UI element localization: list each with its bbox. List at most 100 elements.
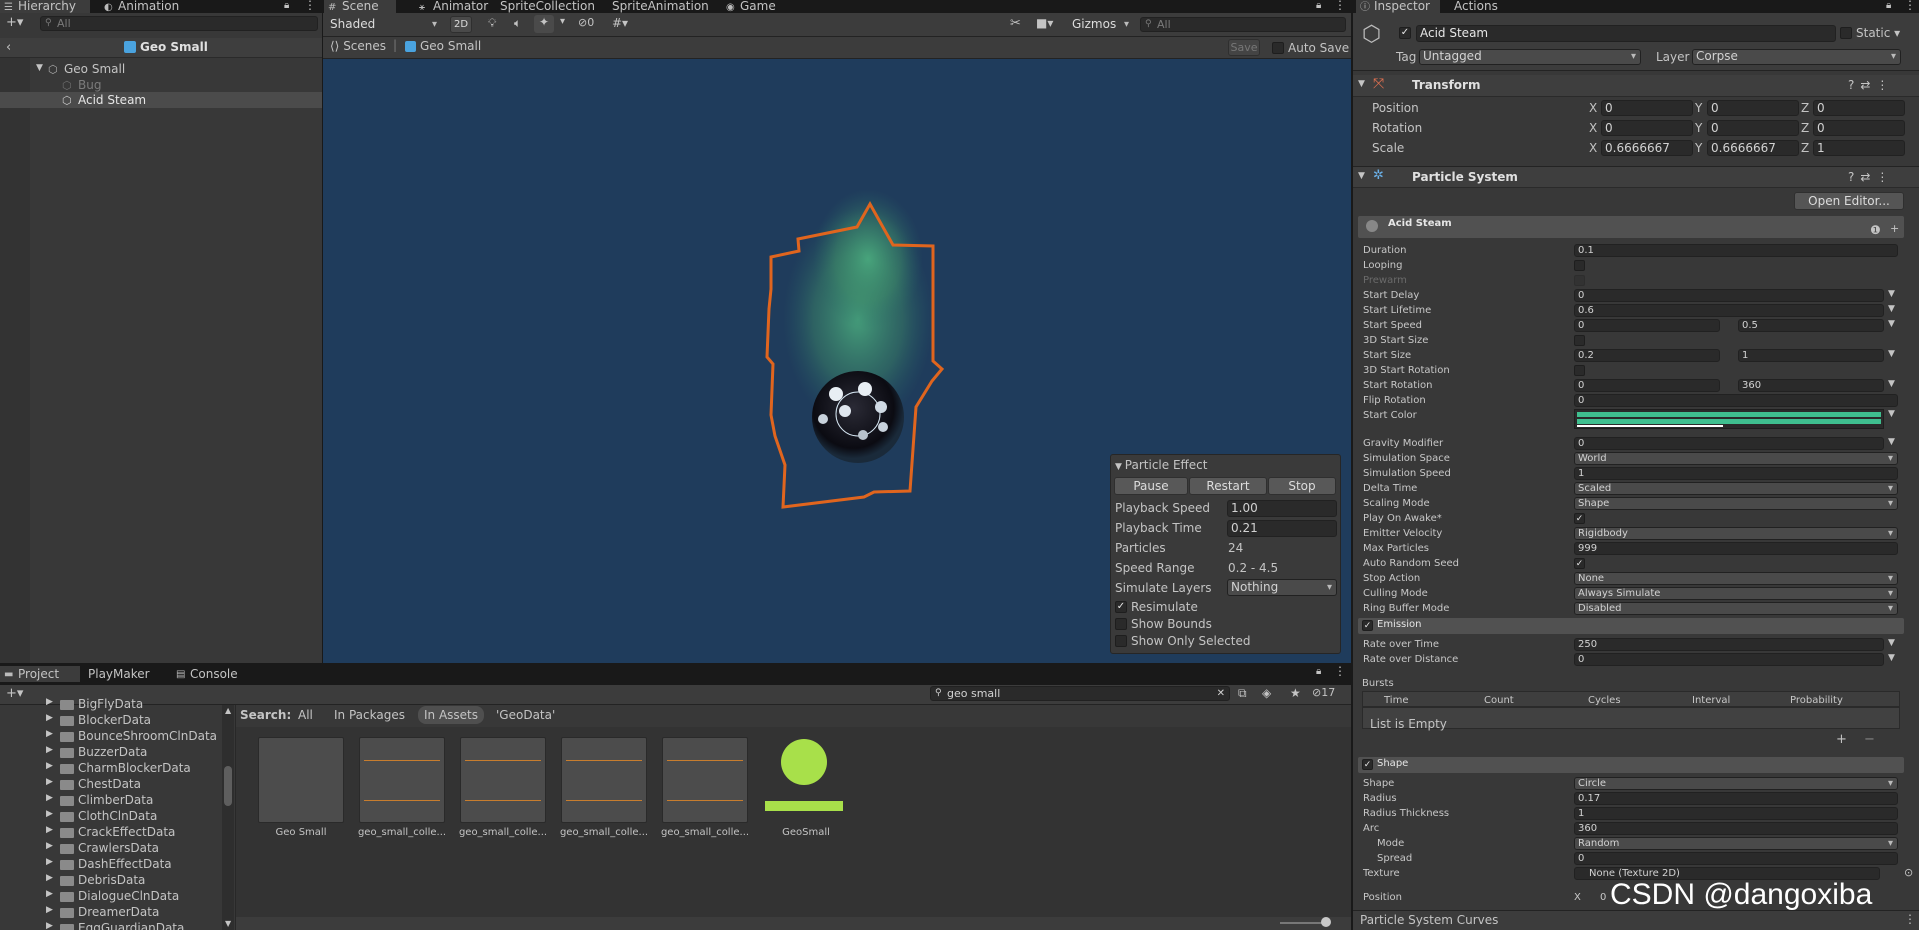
help-icon[interactable]: ❶ xyxy=(1870,223,1881,237)
object-picker-icon[interactable]: ⊙ xyxy=(1904,866,1913,879)
folder-item[interactable]: CrawlersData xyxy=(78,841,159,855)
more-menu-icon[interactable]: ⋮ xyxy=(304,0,316,12)
chevron-down-icon[interactable]: ▼ xyxy=(1888,409,1895,419)
start-speed-max-input[interactable]: 0.5 xyxy=(1738,319,1884,332)
transform-position-x-input[interactable]: 0 xyxy=(1601,100,1693,116)
clear-search-icon[interactable]: ✕ xyxy=(1217,687,1225,700)
emitter-velocity-dropdown[interactable]: Rigidbody xyxy=(1574,527,1898,540)
asset-label[interactable]: geo_small_colle... xyxy=(656,827,754,838)
shape-spread-input[interactable]: 0 xyxy=(1574,852,1898,865)
shape-arc-input[interactable]: 360 xyxy=(1574,822,1898,835)
duration-input[interactable]: 0.1 xyxy=(1574,244,1898,257)
filter-by-type-icon[interactable]: ⧉ xyxy=(1238,686,1247,701)
shading-mode-dropdown[interactable]: Shaded xyxy=(326,17,442,32)
chevron-down-icon[interactable]: ▼ xyxy=(1888,319,1895,329)
filter-in-packages[interactable]: In Packages xyxy=(334,708,405,722)
start-size-min-input[interactable]: 0.2 xyxy=(1574,349,1720,362)
curves-title[interactable]: Particle System Curves xyxy=(1360,913,1498,927)
folder-tree-scrollbar[interactable] xyxy=(222,705,234,930)
ring-buffer-mode-dropdown[interactable]: Disabled xyxy=(1574,602,1898,615)
folder-item[interactable]: BuzzerData xyxy=(78,745,147,759)
transform-rotation-x-input[interactable]: 0 xyxy=(1601,120,1693,136)
folder-item[interactable]: CharmBlockerData xyxy=(78,761,191,775)
asset-label[interactable]: geo_small_colle... xyxy=(353,827,451,838)
playback-speed-input[interactable]: 1.00 xyxy=(1227,500,1337,517)
stop-action-dropdown[interactable]: None xyxy=(1574,572,1898,585)
sprite-collection-thumbnail[interactable] xyxy=(561,737,647,823)
start-color-gradient[interactable] xyxy=(1574,409,1884,429)
filter-all[interactable]: All xyxy=(298,708,313,722)
tab-scene[interactable]: # Scene xyxy=(324,0,396,13)
more-menu-icon[interactable]: ⋮ xyxy=(1904,912,1916,926)
collapse-arrow-icon[interactable]: ▼ xyxy=(36,63,43,73)
play-on-awake-checkbox[interactable]: ✓ xyxy=(1574,513,1585,524)
back-arrow-icon[interactable]: ‹ xyxy=(6,40,11,55)
tab-console[interactable]: ▤ Console xyxy=(172,666,252,682)
component-actions-icons[interactable]: ?⇄⋮ xyxy=(1848,78,1894,92)
expand-arrow-icon[interactable]: ▶ xyxy=(46,777,53,787)
folder-item[interactable]: EggGuardianData xyxy=(78,921,184,930)
transform-scale-x-input[interactable]: 0.6666667 xyxy=(1601,140,1693,156)
gizmos-dropdown[interactable]: Gizmos xyxy=(1068,17,1134,32)
component-actions-icons[interactable]: ?⇄⋮ xyxy=(1848,170,1894,184)
folder-item[interactable]: BounceShroomClnData xyxy=(78,729,217,743)
restart-button[interactable]: Restart xyxy=(1189,477,1267,495)
transform-rotation-y-input[interactable]: 0 xyxy=(1707,120,1799,136)
particle-effect-header[interactable]: ▼ Particle Effect xyxy=(1115,458,1207,472)
prewarm-checkbox[interactable] xyxy=(1574,275,1585,286)
simulate-layers-dropdown[interactable]: Nothing xyxy=(1227,579,1337,596)
filter-geodata[interactable]: 'GeoData' xyxy=(496,708,555,722)
expand-arrow-icon[interactable]: ▶ xyxy=(46,825,53,835)
scrollbar-thumb[interactable] xyxy=(224,766,232,806)
hidden-packages-icon[interactable]: ⊘17 xyxy=(1312,686,1335,699)
expand-arrow-icon[interactable]: ▶ xyxy=(46,889,53,899)
stop-button[interactable]: Stop xyxy=(1268,477,1336,495)
shape-module-header[interactable] xyxy=(1358,757,1904,773)
zoom-slider-thumb[interactable] xyxy=(1321,917,1331,927)
grid-icon[interactable]: #▾ xyxy=(612,16,628,30)
lock-icon[interactable]: 🔒︎ xyxy=(1886,0,1891,11)
chevron-down-icon[interactable]: ▼ xyxy=(1888,379,1895,389)
start-lifetime-input[interactable]: 0.6 xyxy=(1574,304,1884,317)
tab-animation[interactable]: ◐ Animation xyxy=(100,0,190,13)
show-only-selected-checkbox[interactable] xyxy=(1115,635,1127,647)
expand-arrow-icon[interactable]: ▶ xyxy=(46,713,53,723)
geo-sprite-thumbnail[interactable] xyxy=(765,735,845,823)
tab-sprite-animation[interactable]: SpriteAnimation xyxy=(594,0,709,13)
chevron-down-icon[interactable]: ▼ xyxy=(1888,289,1895,299)
culling-mode-dropdown[interactable]: Always Simulate xyxy=(1574,587,1898,600)
playback-time-input[interactable]: 0.21 xyxy=(1227,520,1337,537)
filter-in-assets[interactable]: In Assets xyxy=(418,706,485,724)
add-icon[interactable]: +▾ xyxy=(6,15,23,30)
chevron-down-icon[interactable]: ▾ xyxy=(560,16,565,27)
transform-scale-z-input[interactable]: 1 xyxy=(1813,140,1905,156)
object-name-input[interactable]: Acid Steam xyxy=(1416,25,1836,42)
tab-hierarchy[interactable]: ☰ Hierarchy xyxy=(0,0,90,13)
flip-rotation-input[interactable]: 0 xyxy=(1574,394,1898,407)
transform-position-z-input[interactable]: 0 xyxy=(1813,100,1905,116)
scroll-down-arrow-icon[interactable]: ▼ xyxy=(225,919,231,928)
save-button[interactable]: Save xyxy=(1228,39,1260,56)
folder-item[interactable]: ClothClnData xyxy=(78,809,157,823)
shape-mode-dropdown[interactable]: Random xyxy=(1574,837,1898,850)
lock-icon[interactable]: 🔒︎ xyxy=(284,0,289,11)
camera-icon[interactable]: ■▾ xyxy=(1036,16,1053,30)
effects-icon[interactable]: ✦ xyxy=(534,15,554,33)
tab-playmaker[interactable]: PlayMaker xyxy=(70,666,160,682)
project-search-input[interactable]: ⚲ geo small ✕ xyxy=(930,686,1230,701)
chevron-down-icon[interactable]: ▼ xyxy=(1888,653,1895,663)
prefab-thumbnail[interactable] xyxy=(258,737,344,823)
expand-arrow-icon[interactable]: ▶ xyxy=(46,905,53,915)
max-particles-input[interactable]: 999 xyxy=(1574,542,1898,555)
expand-arrow-icon[interactable]: ▶ xyxy=(46,697,53,707)
tab-game[interactable]: ◉ Game xyxy=(722,0,792,13)
expand-arrow-icon[interactable]: ▶ xyxy=(46,921,53,930)
start-delay-input[interactable]: 0 xyxy=(1574,289,1884,302)
expand-arrow-icon[interactable]: ▶ xyxy=(46,873,53,883)
folder-item[interactable]: BlockerData xyxy=(78,713,151,727)
expand-arrow-icon[interactable]: ▶ xyxy=(46,745,53,755)
3d-start-size-checkbox[interactable] xyxy=(1574,335,1585,346)
scaling-mode-dropdown[interactable]: Shape xyxy=(1574,497,1898,510)
shape-radius-thickness-input[interactable]: 1 xyxy=(1574,807,1898,820)
pause-button[interactable]: Pause xyxy=(1114,477,1188,495)
